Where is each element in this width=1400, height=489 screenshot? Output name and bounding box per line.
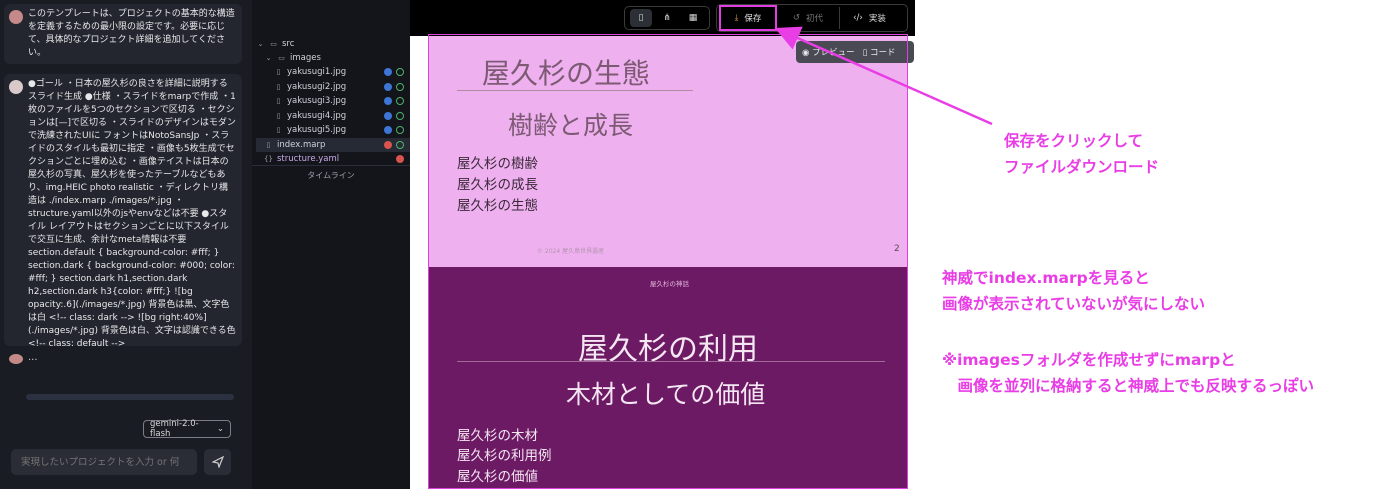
check-icon bbox=[396, 112, 404, 120]
file-label: yakusugi4.jpg bbox=[287, 111, 347, 121]
file-label: yakusugi1.jpg bbox=[287, 67, 347, 77]
slide-subtitle: 木材としての価値 bbox=[566, 380, 766, 409]
annotation-note: ※imagesフォルダを作成せずにmarpと 画像を並列に格納すると神威上でも反… bbox=[942, 347, 1314, 399]
slide-list-item: 屋久杉の利用例 bbox=[457, 448, 552, 464]
annotation-line: 画像を並列に格納すると神威上でも反映するっぽい bbox=[942, 377, 1315, 395]
annotation-line: 神威でindex.marpを見ると bbox=[942, 269, 1150, 287]
tree-file[interactable]: ▯ yakusugi2.jpg bbox=[274, 80, 410, 94]
slide-title: 屋久杉の生態 bbox=[482, 57, 651, 90]
folder-icon: ▭ bbox=[278, 54, 285, 62]
send-button[interactable] bbox=[204, 449, 231, 475]
assistant-avatar bbox=[9, 10, 23, 24]
file-icon: ▯ bbox=[276, 97, 281, 105]
tree-file[interactable]: ▯ yakusugi1.jpg bbox=[274, 65, 410, 79]
slide-list-item: 屋久杉の樹齢 bbox=[457, 156, 538, 172]
chevron-down-icon: ⌄ bbox=[216, 424, 224, 434]
check-icon bbox=[396, 83, 404, 91]
chat-message-loading: ... bbox=[4, 352, 38, 364]
check-icon bbox=[396, 68, 404, 76]
slide-subtitle: 樹齢と成長 bbox=[508, 111, 634, 140]
file-label: structure.yaml bbox=[277, 154, 340, 164]
check-icon bbox=[396, 126, 404, 134]
tree-file[interactable]: ▯ yakusugi4.jpg bbox=[274, 109, 410, 123]
file-icon: ▯ bbox=[276, 112, 281, 120]
view-toggle-group: ▯ ⋔ ▦ bbox=[624, 6, 710, 30]
check-icon bbox=[396, 141, 404, 149]
file-label: yakusugi3.jpg bbox=[287, 96, 347, 106]
folder-label: src bbox=[282, 39, 295, 49]
tree-folder-src[interactable]: ⌄ ▭ src bbox=[256, 37, 295, 51]
view-tree-button[interactable]: ⋔ bbox=[656, 9, 678, 27]
tree-file[interactable]: ▯ yakusugi5.jpg bbox=[274, 123, 410, 137]
file-icon: ▯ bbox=[638, 13, 644, 23]
app-root: { "chat": { "messages": [ {"role": "assi… bbox=[0, 0, 1400, 489]
slide-divider bbox=[457, 361, 885, 362]
slide-list-item: 屋久杉の成長 bbox=[457, 177, 538, 193]
chat-message-assistant: このテンプレートは、プロジェクトの基本的な構造を定義するための最小限の設定です。… bbox=[4, 4, 242, 64]
annotation-line: 保存をクリックして bbox=[1004, 132, 1144, 150]
slide-list-item: 屋久杉の生態 bbox=[457, 198, 538, 214]
file-icon: ▯ bbox=[276, 126, 281, 134]
file-icon: ▯ bbox=[276, 83, 281, 91]
braces-icon: {} bbox=[264, 155, 273, 163]
check-icon bbox=[396, 97, 404, 105]
slide-header: 屋久杉の神話 bbox=[650, 280, 689, 288]
annotation-line: ファイルダウンロード bbox=[1004, 158, 1160, 176]
user-avatar bbox=[9, 80, 23, 94]
status-icon bbox=[384, 126, 392, 134]
model-select-value: gemini-2.0-flash bbox=[150, 419, 199, 439]
tree-icon: ⋔ bbox=[663, 13, 671, 23]
folder-label: images bbox=[290, 53, 321, 63]
status-icon bbox=[384, 141, 392, 149]
slide-divider bbox=[457, 90, 693, 91]
file-icon: ▯ bbox=[266, 141, 271, 149]
file-label: yakusugi5.jpg bbox=[287, 125, 347, 135]
annotation-arrow bbox=[774, 26, 993, 126]
file-icon: ▯ bbox=[276, 68, 281, 76]
annotation-kami: 神威でindex.marpを見ると 画像が表示されていないが気にしない bbox=[942, 265, 1205, 317]
folder-icon: ▭ bbox=[270, 40, 277, 48]
file-label: index.marp bbox=[277, 140, 326, 150]
file-tree: ⌄ ▭ src ⌄ ▭ images ▯ yakusugi1.jpg ▯ yak… bbox=[252, 0, 410, 489]
model-select[interactable]: gemini-2.0-flash ⌄ bbox=[143, 419, 231, 439]
tree-file-index[interactable]: ▯ index.marp bbox=[256, 138, 410, 152]
chevron-down-icon: ⌄ bbox=[257, 40, 264, 48]
prompt-input[interactable] bbox=[11, 449, 197, 475]
slide-page-number: 2 bbox=[894, 244, 900, 254]
chevron-down-icon: ⌄ bbox=[265, 54, 272, 62]
loading-dots: ... bbox=[28, 352, 38, 363]
annotation-line: 画像が表示されていないが気にしない bbox=[942, 295, 1206, 313]
tree-file-structure[interactable]: {} structure.yaml bbox=[264, 152, 410, 166]
chat-message-user: ●ゴール ・日本の屋久杉の良さを詳細に説明するスライド生成 ●仕様 ・スライドを… bbox=[4, 74, 242, 349]
slide-list-item: 屋久杉の木材 bbox=[457, 428, 538, 444]
status-icon bbox=[384, 68, 392, 76]
slide-list-item: 屋久杉の価値 bbox=[457, 469, 538, 485]
layout-icon: ▦ bbox=[688, 13, 698, 23]
annotation-save: 保存をクリックして ファイルダウンロード bbox=[1004, 128, 1159, 180]
message-text: ●ゴール ・日本の屋久杉の良さを詳細に説明するスライド生成 ●仕様 ・スライドを… bbox=[28, 79, 236, 349]
divider bbox=[252, 165, 410, 166]
scroll-indicator[interactable] bbox=[26, 394, 234, 400]
chat-panel: このテンプレートは、プロジェクトの基本的な構造を定義するための最小限の設定です。… bbox=[0, 0, 252, 489]
save-label: 保存 bbox=[744, 14, 762, 24]
status-icon bbox=[384, 112, 392, 120]
timeline-tab[interactable]: タイムライン bbox=[252, 170, 410, 181]
annotation-line: ※imagesフォルダを作成せずにmarpと bbox=[942, 351, 1236, 369]
view-file-button[interactable]: ▯ bbox=[630, 9, 652, 27]
slide-footer: © 2024 屋久島世界遺産 bbox=[537, 248, 605, 255]
send-icon bbox=[211, 456, 224, 468]
status-icon bbox=[384, 97, 392, 105]
download-icon: ⤓ bbox=[734, 13, 739, 23]
status-icon bbox=[396, 155, 404, 163]
status-icon bbox=[384, 83, 392, 91]
tree-file[interactable]: ▯ yakusugi3.jpg bbox=[274, 94, 410, 108]
file-label: yakusugi2.jpg bbox=[287, 82, 347, 92]
message-text: このテンプレートは、プロジェクトの基本的な構造を定義するための最小限の設定です。… bbox=[28, 9, 235, 58]
assistant-avatar bbox=[9, 354, 23, 364]
tree-folder-images[interactable]: ⌄ ▭ images bbox=[264, 51, 321, 65]
view-layout-button[interactable]: ▦ bbox=[682, 9, 704, 27]
